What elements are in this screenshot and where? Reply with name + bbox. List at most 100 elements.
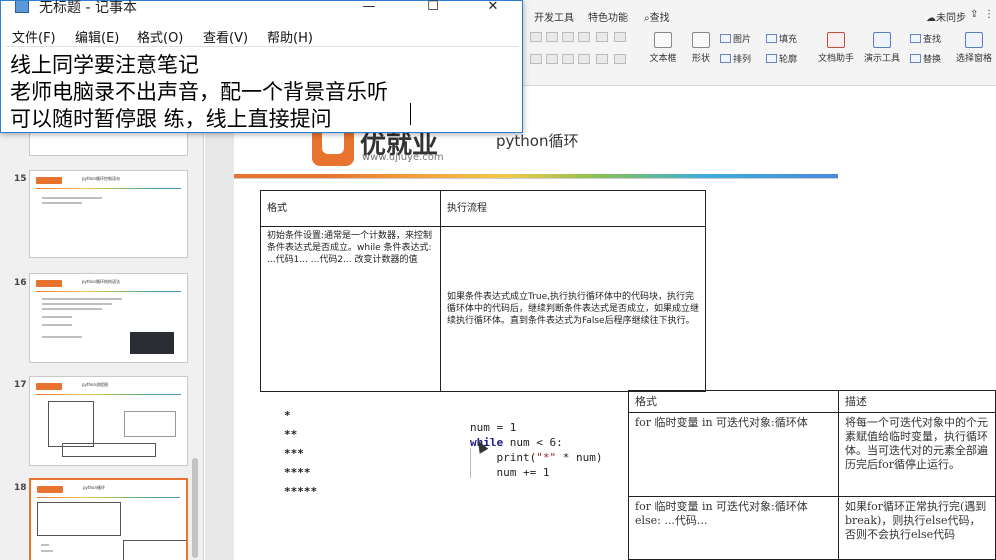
text-direction-icon[interactable] xyxy=(614,54,626,64)
star-line: ** xyxy=(284,428,298,441)
notepad-text-area[interactable]: 线上同学要注意笔记 老师电脑录不出声音，配一个背景音乐听 可以随时暂停跟 练，线… xyxy=(6,46,519,131)
code-line: num = 1 xyxy=(470,421,517,434)
format-icon-1[interactable] xyxy=(530,32,542,42)
maximize-button[interactable]: ☐ xyxy=(411,0,455,19)
menu-format[interactable]: 格式(O) xyxy=(137,27,183,46)
format-icon-6[interactable] xyxy=(614,32,626,42)
table-row: for 临时变量 in 可迭代对象:循环体 将每一个可迭代对象中的个元素赋值给临… xyxy=(628,412,996,497)
close-button[interactable]: ✕ xyxy=(471,0,515,19)
menu-help[interactable]: 帮助(H) xyxy=(267,27,313,46)
thumb-title: python循环 xyxy=(83,485,105,490)
sync-status-label: 未同步 xyxy=(936,13,966,24)
slide-editing-area: 优就业 www.ujiuye.com python循环 格式 执行流程 初始条件… xyxy=(205,86,996,560)
align-right-icon[interactable] xyxy=(562,54,574,64)
more-icon[interactable]: ⋮ xyxy=(984,9,994,20)
minimize-button[interactable]: — xyxy=(347,0,391,19)
select-pane-button[interactable]: 选择窗格 xyxy=(954,32,994,64)
notepad-title: 无标题 - 记事本 xyxy=(39,0,137,16)
thumb-table xyxy=(62,443,156,457)
code-indent-guide xyxy=(470,448,471,478)
tab-search-label: 查找 xyxy=(649,13,670,24)
tab-search[interactable]: ⌕查找 xyxy=(644,9,670,24)
slide-canvas[interactable]: 优就业 www.ujiuye.com python循环 格式 执行流程 初始条件… xyxy=(234,86,996,560)
notepad-icon xyxy=(15,1,29,13)
thumb-flowchart xyxy=(48,401,94,447)
format-icon-4[interactable] xyxy=(578,32,590,42)
line-spacing-icon[interactable] xyxy=(596,54,608,64)
star-line: ***** xyxy=(284,485,318,498)
thumb-logo xyxy=(36,383,62,390)
doc-helper-button[interactable]: 文档助手 xyxy=(816,32,856,64)
align-left-icon[interactable] xyxy=(530,54,542,64)
picture-button[interactable]: 图片 xyxy=(720,32,751,45)
arrange-icon xyxy=(720,54,731,63)
thumb-divider xyxy=(37,497,180,498)
code-string: "*" xyxy=(536,451,557,464)
notepad-titlebar[interactable]: 无标题 - 记事本 — ☐ ✕ xyxy=(1,0,522,21)
doc-helper-icon xyxy=(827,32,845,48)
menu-file[interactable]: 文件(F) xyxy=(12,27,56,46)
tab-developer-tools[interactable]: 开发工具 xyxy=(534,9,574,24)
slide-thumbnail-17[interactable]: python流程图 xyxy=(29,376,188,466)
present-tools-icon xyxy=(873,32,891,48)
doc-helper-label: 文档助手 xyxy=(817,54,854,64)
close-icon: ✕ xyxy=(487,0,499,14)
slide-thumbnail-18[interactable]: python循环 xyxy=(29,478,188,560)
tab-special-features[interactable]: 特色功能 xyxy=(588,9,628,24)
arrange-button[interactable]: 排列 xyxy=(720,52,751,65)
slide-thumbnail-15[interactable]: python循环控制语句 xyxy=(29,170,188,258)
text-caret xyxy=(410,103,411,125)
table-header-cell: 描述 xyxy=(838,390,996,413)
textbox-label: 文本框 xyxy=(649,54,677,64)
slide-thumbnail-panel: 15 python循环控制语句 16 python循环结构语法 17 pytho… xyxy=(0,76,204,560)
for-loop-table[interactable]: 格式 描述 for 临时变量 in 可迭代对象:循环体 将每一个可迭代对象中的个… xyxy=(628,390,996,560)
format-icon-2[interactable] xyxy=(546,32,558,42)
justify-icon[interactable] xyxy=(578,54,590,64)
table-cell: for 临时变量 in 可迭代对象:循环体 xyxy=(628,412,839,497)
shape-button[interactable]: 形状 xyxy=(686,32,716,64)
replace-button[interactable]: 替换 xyxy=(910,52,941,65)
brand-url: www.ujiuye.com xyxy=(362,152,444,163)
slide-title[interactable]: python循环 xyxy=(496,130,578,151)
sync-status[interactable]: ☁未同步 xyxy=(926,9,966,24)
fill-button[interactable]: 填充 xyxy=(766,32,797,45)
notepad-window[interactable]: 无标题 - 记事本 — ☐ ✕ 文件(F) 编辑(E) 格式(O) 查看(V) … xyxy=(0,0,523,133)
slide-number-15: 15 xyxy=(14,174,27,184)
textbox-button[interactable]: 文本框 xyxy=(646,32,680,64)
table-row: for 临时变量 in 可迭代对象:循环体else: ...代码... 如果fo… xyxy=(628,496,996,560)
menu-view[interactable]: 查看(V) xyxy=(203,27,248,46)
share-icon[interactable]: ⇪ xyxy=(970,9,978,20)
fill-icon xyxy=(766,34,777,43)
outline-button[interactable]: 轮廓 xyxy=(766,52,797,65)
slide-thumbnail-16[interactable]: python循环结构语法 xyxy=(29,273,188,363)
outline-icon xyxy=(766,54,777,63)
find-button[interactable]: 查找 xyxy=(910,32,941,45)
text-line-2: 老师电脑录不出声音，配一个背景音乐听 xyxy=(10,80,388,104)
format-icon-5[interactable] xyxy=(596,32,608,42)
thumb-table xyxy=(37,502,121,536)
minimize-icon: — xyxy=(362,0,376,14)
thumb-text-line xyxy=(41,550,53,552)
thumbnail-scrollbar[interactable] xyxy=(192,458,198,558)
thumb-title: python循环控制语句 xyxy=(82,176,120,181)
code-snippet: num = 1 while num < 6: print("*" * num) n… xyxy=(470,420,602,480)
while-flow-table[interactable]: 格式 执行流程 初始条件设置:通常是一个计数器，来控制条件表达式是否成立。whi… xyxy=(260,190,706,392)
menu-edit[interactable]: 编辑(E) xyxy=(75,27,119,46)
thumb-text-line xyxy=(42,202,82,204)
shape-label: 形状 xyxy=(691,54,710,64)
present-tools-button[interactable]: 演示工具 xyxy=(860,32,904,64)
thumb-note xyxy=(124,411,176,437)
thumb-code-block xyxy=(130,332,174,354)
outline-label: 轮廓 xyxy=(779,55,798,65)
table-header-cell: 格式 xyxy=(628,390,839,413)
table-cell-format: 初始条件设置:通常是一个计数器，来控制条件表达式是否成立。while 条件表达式… xyxy=(260,226,441,392)
arrange-label: 排列 xyxy=(733,55,752,65)
align-center-icon[interactable] xyxy=(546,54,558,64)
text-line-3: 可以随时暂停跟 练，线上直接提问 xyxy=(10,107,332,131)
star-line: * xyxy=(284,409,291,422)
thumb-text-line xyxy=(42,324,72,326)
format-icon-3[interactable] xyxy=(562,32,574,42)
table-cell: for 临时变量 in 可迭代对象:循环体else: ...代码... xyxy=(628,496,839,560)
table-header-row: 格式 执行流程 xyxy=(260,190,706,227)
picture-label: 图片 xyxy=(733,35,752,45)
